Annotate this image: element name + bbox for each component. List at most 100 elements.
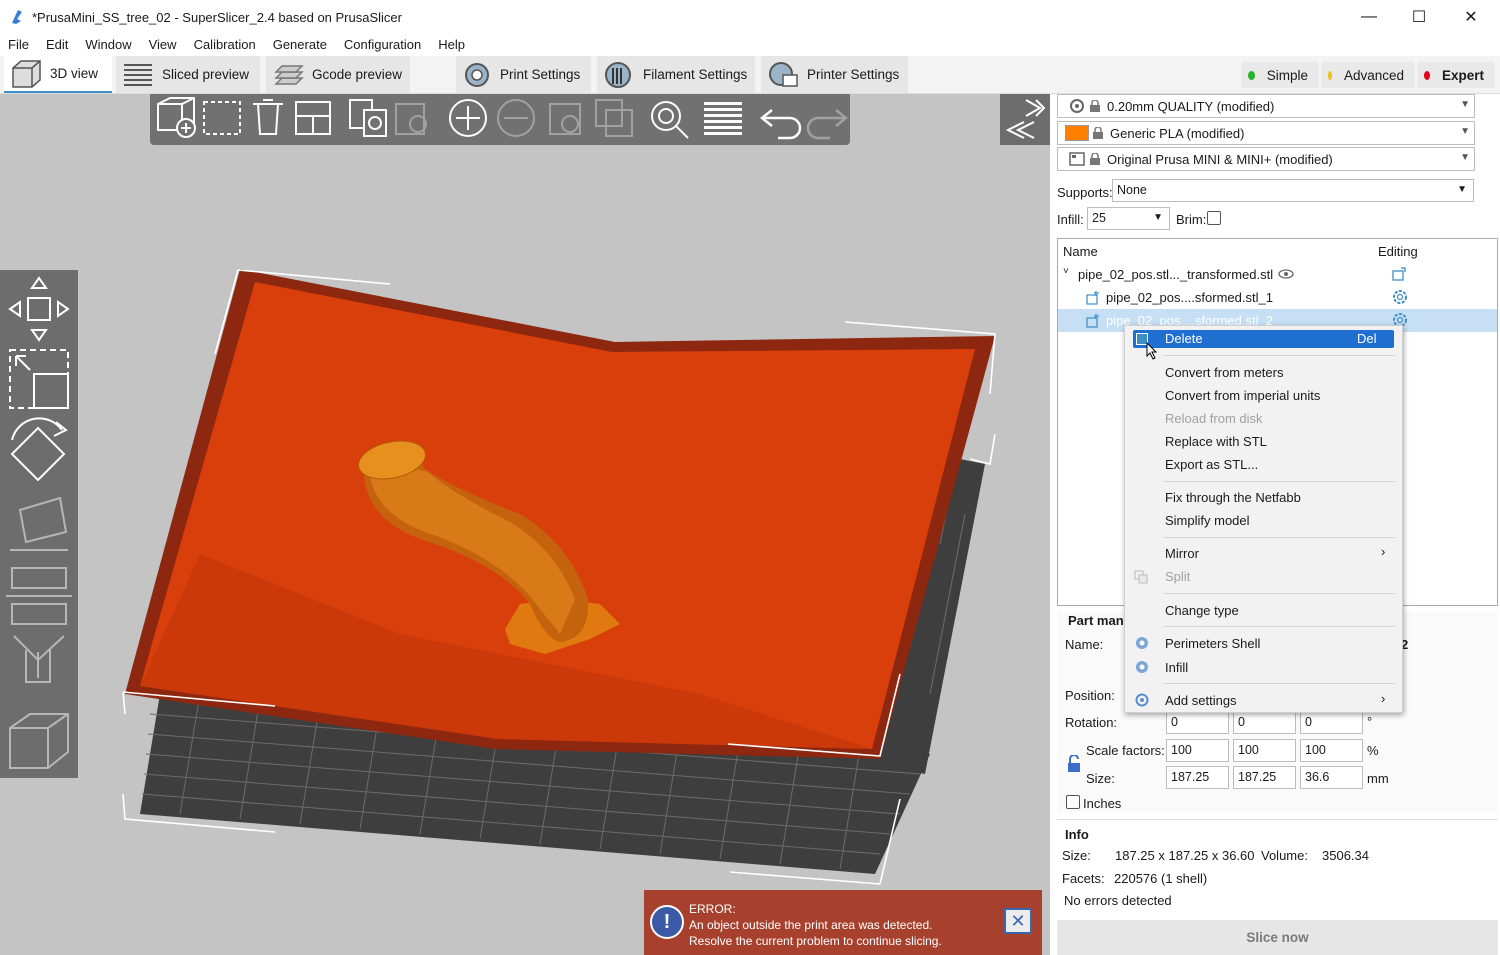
- printer-settings-icon: [769, 61, 798, 87]
- minimize-button[interactable]: —: [1345, 0, 1393, 34]
- supports-select[interactable]: None ▼: [1112, 179, 1474, 202]
- arrange-icon[interactable]: [295, 101, 331, 135]
- expand-chevron-icon[interactable]: ˅: [1063, 266, 1069, 277]
- menu-item-change-type[interactable]: Change type: [1165, 603, 1239, 618]
- advanced-dot-icon: [1328, 70, 1332, 80]
- tab-sliced-preview-label: Sliced preview: [162, 67, 250, 82]
- scale-z-input[interactable]: 100: [1300, 739, 1363, 762]
- scale-lock-icon[interactable]: [1067, 755, 1081, 773]
- remove-instance-icon: [497, 99, 535, 137]
- search-icon[interactable]: [651, 101, 689, 139]
- add-object-icon[interactable]: [157, 97, 196, 138]
- part-settings-gear-icon[interactable]: [1392, 289, 1408, 305]
- filament-preset-combo[interactable]: Generic PLA (modified) ▼: [1057, 121, 1475, 145]
- menu-edit[interactable]: Edit: [38, 34, 77, 56]
- size-y-input[interactable]: 187.25: [1233, 766, 1296, 789]
- scale-gizmo-icon[interactable]: [9, 349, 69, 409]
- tab-print-settings-label: Print Settings: [500, 67, 581, 82]
- info-status: No errors detected: [1064, 893, 1172, 908]
- object-name: pipe_02_pos.stl..._transformed.stl: [1078, 267, 1274, 282]
- menu-help[interactable]: Help: [430, 34, 474, 56]
- menu-item-fix-netfabb[interactable]: Fix through the Netfabb: [1165, 490, 1301, 505]
- part-icon: [1086, 314, 1099, 328]
- size-x-input[interactable]: 187.25: [1166, 766, 1229, 789]
- menu-file[interactable]: File: [0, 34, 38, 56]
- menu-item-infill[interactable]: Infill: [1165, 660, 1188, 675]
- mode-advanced-button[interactable]: Advanced: [1322, 62, 1414, 88]
- menu-separator: [1163, 683, 1395, 684]
- error-close-button[interactable]: ✕: [1004, 908, 1032, 934]
- layer-editing-icon[interactable]: [704, 102, 742, 135]
- menu-item-split: Split: [1165, 569, 1191, 584]
- brim-checkbox[interactable]: [1207, 211, 1221, 225]
- eye-icon[interactable]: [1278, 268, 1294, 280]
- close-window-button[interactable]: ✕: [1447, 0, 1495, 34]
- printer-preset-combo[interactable]: Original Prusa MINI & MINI+ (modified) ▼: [1057, 147, 1475, 171]
- menu-item-export-stl[interactable]: Export as STL...: [1165, 457, 1258, 472]
- paste-icon: [395, 103, 427, 135]
- delete-selected-icon[interactable]: [203, 101, 241, 135]
- delete-all-icon[interactable]: [253, 99, 283, 135]
- slice-now-button[interactable]: Slice now: [1057, 920, 1498, 955]
- rotate-gizmo-icon[interactable]: [10, 417, 68, 482]
- undo-icon[interactable]: [759, 109, 802, 140]
- rotation-z-input[interactable]: 0: [1300, 711, 1363, 734]
- copy-icon[interactable]: [349, 99, 387, 137]
- move-gizmo-icon[interactable]: [8, 276, 70, 342]
- column-editing-header[interactable]: Editing: [1378, 244, 1418, 259]
- size-z-input[interactable]: 36.6: [1300, 766, 1363, 789]
- print-preset-gear-icon: [1070, 99, 1084, 113]
- menu-configuration[interactable]: Configuration: [336, 34, 430, 56]
- menu-item-convert-meters[interactable]: Convert from meters: [1165, 365, 1283, 380]
- lock-icon: [1090, 153, 1100, 165]
- menu-separator: [1163, 626, 1395, 627]
- info-facets-value: 220576 (1 shell): [1114, 871, 1208, 886]
- column-name-header[interactable]: Name: [1063, 244, 1098, 259]
- add-instance-icon[interactable]: [449, 99, 487, 137]
- context-menu: Delete Del Convert from meters Convert f…: [1124, 325, 1403, 713]
- menu-item-simplify[interactable]: Simplify model: [1165, 513, 1250, 528]
- maximize-button[interactable]: ☐: [1395, 0, 1443, 34]
- collapse-sidebar-button[interactable]: [1000, 94, 1050, 145]
- name-label: Name:: [1065, 637, 1104, 652]
- scale-x-input[interactable]: 100: [1166, 739, 1229, 762]
- tab-printer-settings[interactable]: Printer Settings: [761, 56, 908, 93]
- tab-print-settings[interactable]: Print Settings: [456, 56, 591, 93]
- menu-calibration[interactable]: Calibration: [186, 34, 265, 56]
- mode-simple-button[interactable]: Simple: [1242, 62, 1318, 88]
- title-bar: *PrusaMini_SS_tree_02 - SuperSlicer_2.4 …: [0, 0, 1500, 34]
- rotation-x-input[interactable]: 0: [1166, 711, 1229, 734]
- mode-expert-button[interactable]: Expert: [1418, 62, 1494, 88]
- menu-item-delete[interactable]: Delete Del: [1133, 330, 1394, 348]
- tab-gcode-preview-label: Gcode preview: [312, 67, 403, 82]
- part-row[interactable]: pipe_02_pos....sformed.stl_1: [1058, 286, 1497, 309]
- rotation-y-input[interactable]: 0: [1233, 711, 1296, 734]
- edit-object-icon[interactable]: [1392, 267, 1406, 281]
- scale-unit: %: [1367, 743, 1379, 758]
- menu-view[interactable]: View: [141, 34, 186, 56]
- scale-y-input[interactable]: 100: [1233, 739, 1296, 762]
- layers-icon: [124, 63, 152, 86]
- menu-item-perimeters-shell[interactable]: Perimeters Shell: [1165, 636, 1260, 651]
- infill-select[interactable]: 25 ▼: [1087, 207, 1170, 230]
- object-row[interactable]: ˅ pipe_02_pos.stl..._transformed.stl: [1058, 263, 1497, 286]
- menu-item-add-settings[interactable]: Add settings: [1165, 693, 1237, 708]
- tab-gcode-preview[interactable]: Gcode preview: [266, 56, 410, 93]
- place-on-face-icon: [10, 496, 68, 551]
- menu-item-mirror[interactable]: Mirror: [1165, 546, 1199, 561]
- 3d-viewport[interactable]: ! ERROR: An object outside the print are…: [0, 94, 1050, 955]
- print-preset-combo[interactable]: 0.20mm QUALITY (modified) ▼: [1057, 94, 1475, 118]
- menu-item-convert-imperial[interactable]: Convert from imperial units: [1165, 388, 1320, 403]
- tab-sliced-preview[interactable]: Sliced preview: [116, 56, 260, 93]
- mode-simple-label: Simple: [1266, 67, 1308, 83]
- rotation-unit: °: [1367, 714, 1373, 729]
- inches-checkbox[interactable]: [1066, 795, 1080, 809]
- tab-3d-view[interactable]: 3D view: [4, 56, 112, 93]
- menu-separator: [1163, 593, 1395, 594]
- info-size-label: Size:: [1062, 848, 1091, 863]
- menu-item-replace-with-stl[interactable]: Replace with STL: [1165, 434, 1267, 449]
- menu-separator: [1163, 481, 1395, 482]
- tab-filament-settings[interactable]: Filament Settings: [597, 56, 755, 93]
- menu-window[interactable]: Window: [77, 34, 140, 56]
- menu-generate[interactable]: Generate: [265, 34, 336, 56]
